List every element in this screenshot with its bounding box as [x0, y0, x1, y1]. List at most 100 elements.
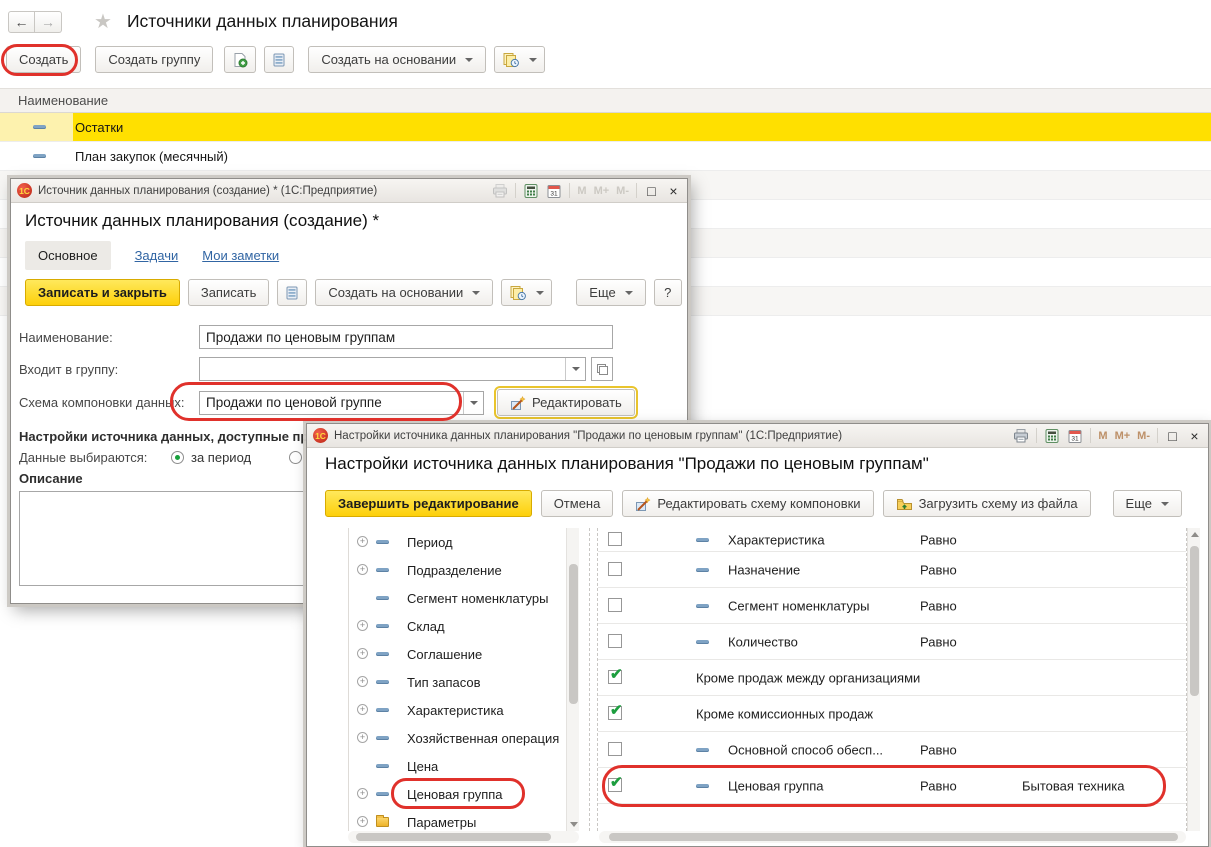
- cancel-button[interactable]: Отмена: [541, 490, 614, 517]
- row-checkbox[interactable]: [608, 532, 622, 546]
- copy-history-button[interactable]: [494, 46, 545, 73]
- list-item[interactable]: Остатки: [0, 113, 1211, 142]
- row-checkbox[interactable]: [608, 742, 622, 756]
- calculator-icon[interactable]: [523, 183, 539, 199]
- schema-input[interactable]: [200, 392, 463, 414]
- row-checkbox[interactable]: ✔: [608, 706, 622, 720]
- list-column-header[interactable]: Наименование: [0, 88, 1211, 113]
- scroll-up-icon[interactable]: [1191, 532, 1199, 537]
- scroll-down-icon[interactable]: [570, 822, 578, 827]
- tree-vertical-scrollbar[interactable]: [566, 528, 579, 831]
- tree-item[interactable]: +Характеристика: [349, 696, 566, 724]
- memory-m-button[interactable]: M: [1098, 430, 1107, 442]
- finish-editing-button[interactable]: Завершить редактирование: [325, 490, 532, 517]
- window-titlebar[interactable]: 1С Источник данных планирования (создани…: [11, 179, 687, 203]
- scrollbar-thumb[interactable]: [1190, 546, 1199, 696]
- grid-row[interactable]: ✔Кроме комиссионных продаж: [598, 696, 1186, 732]
- memory-mplus-button[interactable]: M+: [1115, 430, 1131, 442]
- tree-item[interactable]: Цена: [349, 752, 566, 780]
- grid-row[interactable]: НазначениеРавно: [598, 552, 1186, 588]
- maximize-button[interactable]: □: [1165, 429, 1180, 443]
- expand-icon[interactable]: +: [357, 704, 368, 715]
- name-input[interactable]: [200, 326, 612, 348]
- tree-item[interactable]: +Склад: [349, 612, 566, 640]
- expand-icon[interactable]: +: [357, 564, 368, 575]
- open-choice-button[interactable]: [591, 357, 613, 381]
- back-button[interactable]: ←: [8, 11, 35, 33]
- tree-item[interactable]: +Ценовая группа: [349, 780, 566, 808]
- grid-row[interactable]: КоличествоРавно: [598, 624, 1186, 660]
- save-button[interactable]: Записать: [188, 279, 270, 306]
- grid-row[interactable]: ХарактеристикаРавно: [598, 528, 1186, 552]
- row-checkbox[interactable]: [608, 598, 622, 612]
- journal-button[interactable]: [277, 279, 307, 306]
- tree-item[interactable]: +Подразделение: [349, 556, 566, 584]
- expand-icon[interactable]: +: [357, 648, 368, 659]
- more-button[interactable]: Еще: [576, 279, 645, 306]
- edit-composition-schema-button[interactable]: Редактировать схему компоновки: [622, 490, 873, 517]
- row-checkbox[interactable]: ✔: [608, 778, 622, 792]
- window-titlebar[interactable]: 1С Настройки источника данных планирован…: [307, 424, 1208, 448]
- save-and-close-button[interactable]: Записать и закрыть: [25, 279, 180, 306]
- grid-horizontal-scrollbar[interactable]: [599, 831, 1186, 843]
- grid-row[interactable]: ✔Кроме продаж между организациями: [598, 660, 1186, 696]
- forward-button[interactable]: →: [35, 11, 62, 33]
- help-button[interactable]: ?: [654, 279, 682, 306]
- calendar-icon[interactable]: 31: [546, 183, 562, 199]
- parent-group-dropdown[interactable]: [565, 358, 585, 380]
- tree-item[interactable]: Сегмент номенклатуры: [349, 584, 566, 612]
- memory-mminus-button[interactable]: M-: [1137, 430, 1150, 442]
- tab-notes[interactable]: Мои заметки: [202, 248, 279, 263]
- load-schema-button[interactable]: Загрузить схему из файла: [883, 490, 1091, 517]
- folder-icon: [376, 817, 389, 827]
- close-button[interactable]: ×: [666, 184, 681, 198]
- expand-icon[interactable]: +: [357, 676, 368, 687]
- parent-group-input[interactable]: [200, 358, 565, 380]
- grid-row[interactable]: Сегмент номенклатурыРавно: [598, 588, 1186, 624]
- favorite-star-icon[interactable]: ★: [94, 9, 112, 34]
- radio-for-period[interactable]: [171, 451, 184, 464]
- grid-row[interactable]: ✔Ценовая группаРавноБытовая техника: [598, 768, 1186, 804]
- condition-operator: Равно: [920, 742, 957, 757]
- radio-second-option[interactable]: [289, 451, 302, 464]
- tree-item[interactable]: +Соглашение: [349, 640, 566, 668]
- new-document-button[interactable]: [224, 46, 256, 73]
- maximize-button[interactable]: □: [644, 184, 659, 198]
- calculator-icon[interactable]: [1044, 428, 1060, 444]
- create-group-button[interactable]: Создать группу: [95, 46, 213, 73]
- close-button[interactable]: ×: [1187, 429, 1202, 443]
- row-checkbox[interactable]: ✔: [608, 670, 622, 684]
- scrollbar-thumb[interactable]: [569, 564, 578, 704]
- more-button[interactable]: Еще: [1113, 490, 1182, 517]
- scrollbar-thumb[interactable]: [356, 833, 551, 841]
- calendar-icon[interactable]: 31: [1067, 428, 1083, 444]
- row-checkbox[interactable]: [608, 634, 622, 648]
- list-item[interactable]: План закупок (месячный): [0, 142, 1211, 171]
- list-item-label: План закупок (месячный): [75, 149, 228, 164]
- expand-icon[interactable]: +: [357, 620, 368, 631]
- panel-splitter[interactable]: [579, 528, 598, 831]
- grid-vertical-scrollbar[interactable]: [1187, 528, 1200, 831]
- schema-dropdown[interactable]: [463, 392, 483, 414]
- expand-icon[interactable]: +: [357, 536, 368, 547]
- row-checkbox[interactable]: [608, 562, 622, 576]
- tree-item[interactable]: +Параметры: [349, 808, 566, 831]
- tab-tasks[interactable]: Задачи: [135, 248, 179, 263]
- journal-button[interactable]: [264, 46, 294, 73]
- expand-icon[interactable]: +: [357, 732, 368, 743]
- create-based-on-button[interactable]: Создать на основании: [315, 279, 493, 306]
- create-based-on-button[interactable]: Создать на основании: [308, 46, 486, 73]
- create-button[interactable]: Создать: [6, 46, 81, 73]
- edit-schema-button[interactable]: Редактировать: [497, 389, 635, 416]
- scrollbar-thumb[interactable]: [609, 833, 1178, 841]
- print-icon[interactable]: [1013, 428, 1029, 444]
- copy-history-button[interactable]: [501, 279, 552, 306]
- grid-row[interactable]: Основной способ обесп...Равно: [598, 732, 1186, 768]
- tree-horizontal-scrollbar[interactable]: [348, 831, 579, 843]
- tree-item[interactable]: +Период: [349, 528, 566, 556]
- tab-main[interactable]: Основное: [25, 241, 111, 270]
- tree-item[interactable]: +Тип запасов: [349, 668, 566, 696]
- expand-icon[interactable]: +: [357, 788, 368, 799]
- tree-item[interactable]: +Хозяйственная операция: [349, 724, 566, 752]
- expand-icon[interactable]: +: [357, 816, 368, 827]
